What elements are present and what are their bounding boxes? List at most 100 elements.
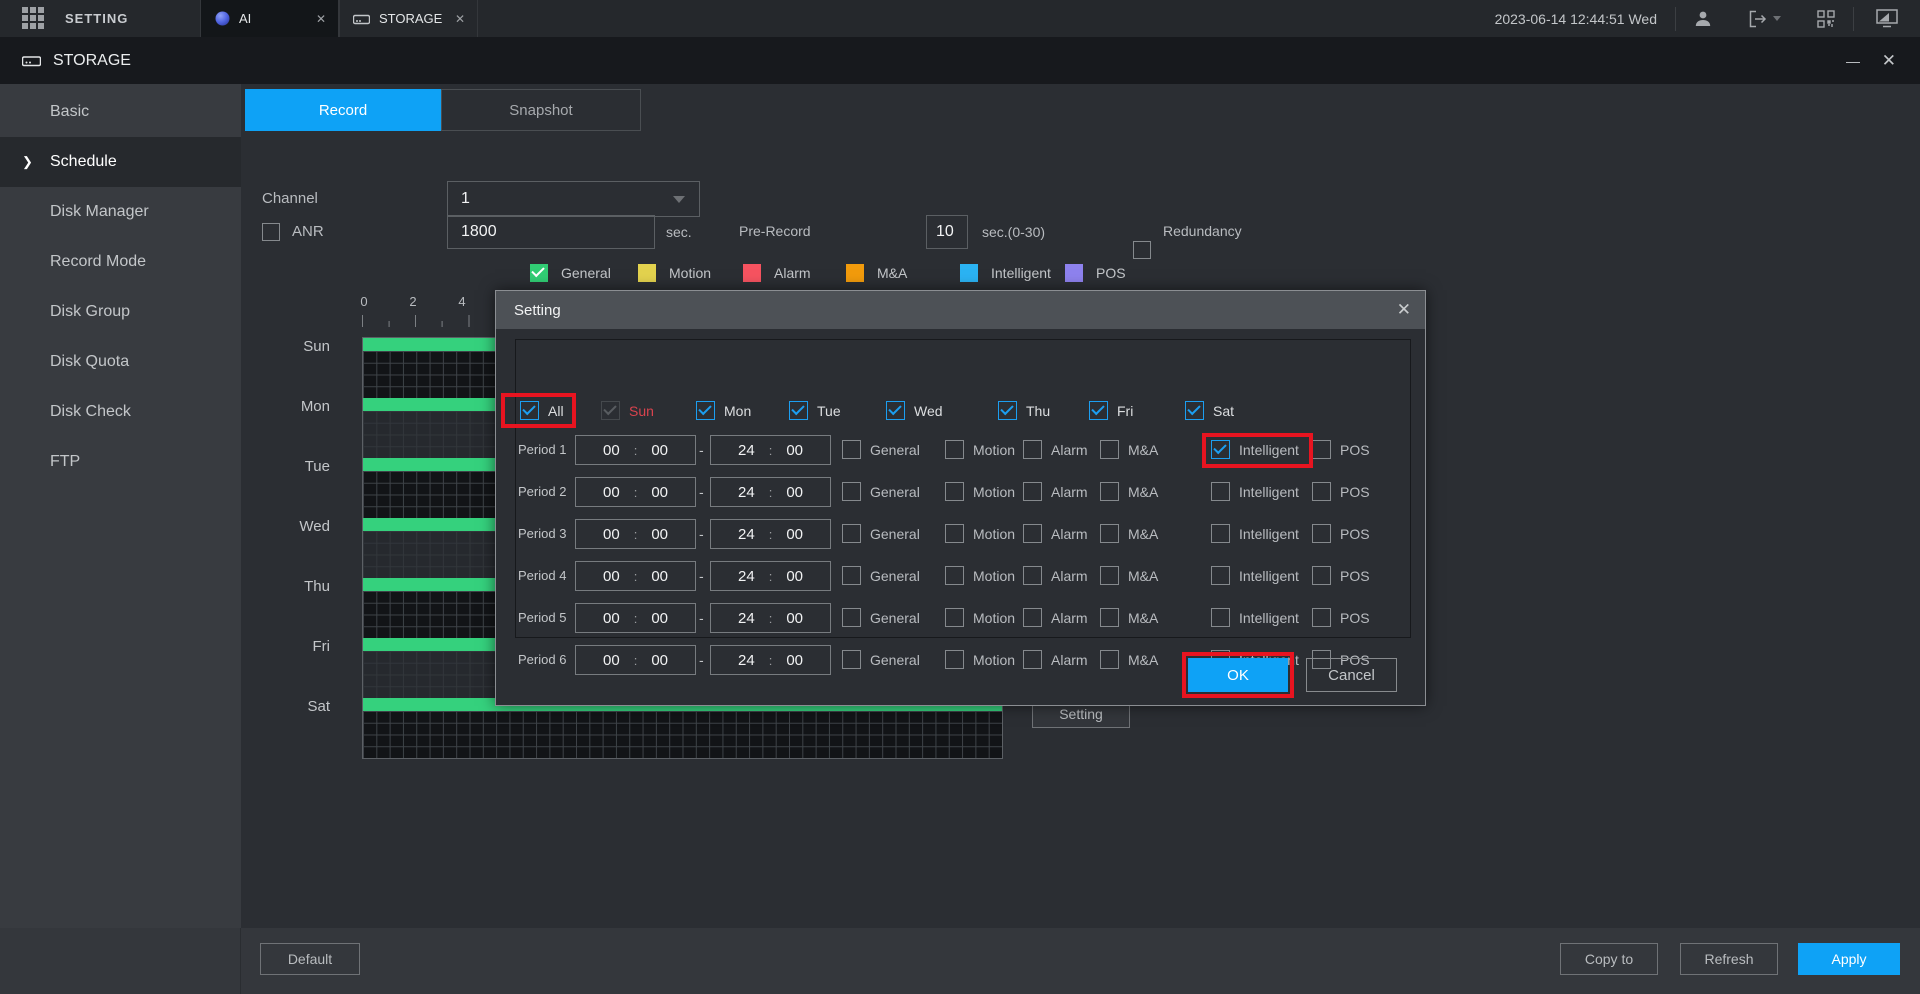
period-end-time[interactable]: 24:00 — [710, 603, 831, 633]
start-hour[interactable]: 00 — [603, 442, 620, 459]
start-minute[interactable]: 00 — [651, 610, 668, 627]
period-end-time[interactable]: 24:00 — [710, 435, 831, 465]
day-checkbox-fri[interactable] — [1089, 401, 1108, 420]
type-checkbox-motion[interactable] — [945, 482, 964, 501]
type-checkbox-pos[interactable] — [1312, 440, 1331, 459]
tab-ai[interactable]: AI ✕ — [200, 0, 339, 37]
type-checkbox-pos[interactable] — [1312, 524, 1331, 543]
type-checkbox-manda[interactable] — [1100, 482, 1119, 501]
type-checkbox-general[interactable] — [842, 566, 861, 585]
start-minute[interactable]: 00 — [651, 442, 668, 459]
apply-button[interactable]: Apply — [1798, 943, 1900, 975]
sidebar-item-disk-quota[interactable]: Disk Quota — [0, 337, 241, 387]
start-hour[interactable]: 00 — [603, 652, 620, 669]
tab-snapshot[interactable]: Snapshot — [441, 89, 641, 131]
tab-storage[interactable]: STORAGE ✕ — [339, 0, 478, 37]
end-hour[interactable]: 24 — [738, 442, 755, 459]
sidebar-item-ftp[interactable]: FTP — [0, 437, 241, 487]
type-checkbox-general[interactable] — [842, 608, 861, 627]
type-checkbox-manda[interactable] — [1100, 608, 1119, 627]
end-hour[interactable]: 24 — [738, 568, 755, 585]
period-end-time[interactable]: 24:00 — [710, 519, 831, 549]
type-checkbox-alarm[interactable] — [1023, 524, 1042, 543]
type-checkbox-motion[interactable] — [945, 566, 964, 585]
sidebar-item-disk-check[interactable]: Disk Check — [0, 387, 241, 437]
start-hour[interactable]: 00 — [603, 526, 620, 543]
display-output-icon[interactable] — [1876, 9, 1898, 28]
minimize-button[interactable]: — — [1846, 37, 1860, 84]
end-minute[interactable]: 00 — [786, 526, 803, 543]
copy-to-button[interactable]: Copy to — [1560, 943, 1658, 975]
schedule-cells[interactable] — [363, 711, 1002, 758]
close-button[interactable]: ✕ — [1882, 37, 1896, 84]
end-hour[interactable]: 24 — [738, 484, 755, 501]
day-checkbox-tue[interactable] — [789, 401, 808, 420]
refresh-button[interactable]: Refresh — [1680, 943, 1778, 975]
tab-storage-close-icon[interactable]: ✕ — [455, 12, 465, 26]
legend-swatch-color[interactable] — [846, 264, 864, 282]
start-minute[interactable]: 00 — [651, 568, 668, 585]
period-end-time[interactable]: 24:00 — [710, 645, 831, 675]
sidebar-item-basic[interactable]: Basic — [0, 87, 241, 137]
type-checkbox-alarm[interactable] — [1023, 608, 1042, 627]
end-minute[interactable]: 00 — [786, 652, 803, 669]
type-checkbox-motion[interactable] — [945, 650, 964, 669]
prerecord-input[interactable]: 10 — [926, 215, 968, 249]
type-checkbox-intelligent[interactable] — [1211, 440, 1230, 459]
end-hour[interactable]: 24 — [738, 526, 755, 543]
logout-icon[interactable] — [1748, 10, 1781, 28]
period-start-time[interactable]: 00:00 — [575, 561, 696, 591]
type-checkbox-pos[interactable] — [1312, 566, 1331, 585]
legend-swatch-checked[interactable] — [530, 264, 548, 282]
end-minute[interactable]: 00 — [786, 568, 803, 585]
start-hour[interactable]: 00 — [603, 610, 620, 627]
day-checkbox-mon[interactable] — [696, 401, 715, 420]
type-checkbox-pos[interactable] — [1312, 608, 1331, 627]
day-checkbox-thu[interactable] — [998, 401, 1017, 420]
day-checkbox-sun[interactable] — [601, 401, 620, 420]
type-checkbox-alarm[interactable] — [1023, 440, 1042, 459]
start-minute[interactable]: 00 — [651, 484, 668, 501]
user-icon[interactable] — [1694, 10, 1712, 28]
default-button[interactable]: Default — [260, 943, 360, 975]
type-checkbox-manda[interactable] — [1100, 566, 1119, 585]
type-checkbox-intelligent[interactable] — [1211, 608, 1230, 627]
legend-swatch-color[interactable] — [743, 264, 761, 282]
legend-swatch-color[interactable] — [960, 264, 978, 282]
day-row-sat[interactable] — [363, 698, 1002, 758]
type-checkbox-general[interactable] — [842, 650, 861, 669]
ok-button[interactable]: OK — [1188, 658, 1288, 692]
legend-swatch-color[interactable] — [638, 264, 656, 282]
period-start-time[interactable]: 00:00 — [575, 435, 696, 465]
period-end-time[interactable]: 24:00 — [710, 477, 831, 507]
type-checkbox-manda[interactable] — [1100, 650, 1119, 669]
anr-checkbox[interactable] — [262, 223, 280, 241]
type-checkbox-general[interactable] — [842, 482, 861, 501]
end-minute[interactable]: 00 — [786, 610, 803, 627]
type-checkbox-motion[interactable] — [945, 524, 964, 543]
type-checkbox-intelligent[interactable] — [1211, 482, 1230, 501]
end-minute[interactable]: 00 — [786, 442, 803, 459]
anr-input[interactable]: 1800 — [447, 215, 655, 249]
end-hour[interactable]: 24 — [738, 652, 755, 669]
start-minute[interactable]: 00 — [651, 652, 668, 669]
caret-down-icon[interactable] — [1773, 16, 1781, 21]
period-start-time[interactable]: 00:00 — [575, 477, 696, 507]
type-checkbox-intelligent[interactable] — [1211, 524, 1230, 543]
sidebar-item-schedule[interactable]: ❯Schedule — [0, 137, 241, 187]
end-hour[interactable]: 24 — [738, 610, 755, 627]
qr-code-icon[interactable] — [1817, 10, 1835, 28]
type-checkbox-alarm[interactable] — [1023, 482, 1042, 501]
type-checkbox-manda[interactable] — [1100, 524, 1119, 543]
start-minute[interactable]: 00 — [651, 526, 668, 543]
type-checkbox-motion[interactable] — [945, 608, 964, 627]
tab-record[interactable]: Record — [245, 89, 441, 131]
setting-menu[interactable]: SETTING — [0, 0, 200, 37]
channel-dropdown[interactable]: 1 — [447, 181, 700, 217]
legend-swatch-color[interactable] — [1065, 264, 1083, 282]
day-checkbox-wed[interactable] — [886, 401, 905, 420]
sidebar-item-record-mode[interactable]: Record Mode — [0, 237, 241, 287]
type-checkbox-pos[interactable] — [1312, 482, 1331, 501]
cancel-button[interactable]: Cancel — [1306, 658, 1397, 692]
tab-ai-close-icon[interactable]: ✕ — [316, 12, 326, 26]
